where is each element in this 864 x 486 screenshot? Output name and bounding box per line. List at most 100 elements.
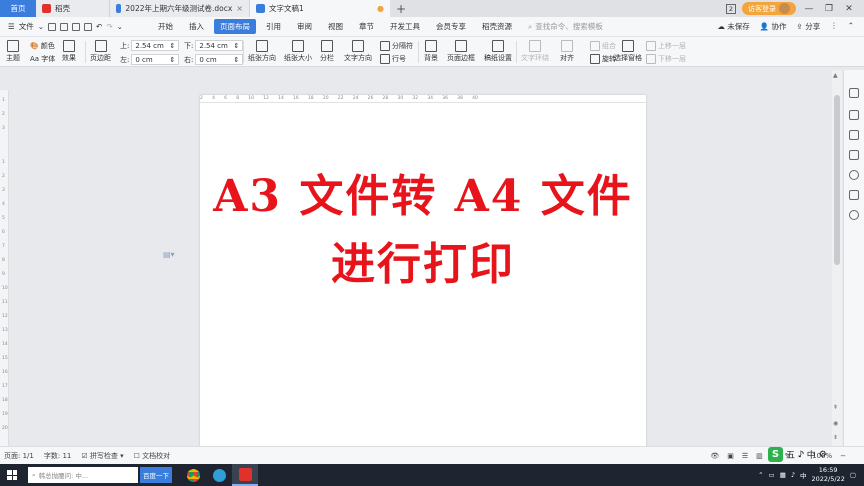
margin-left-field[interactable]: 左: 0 cm ⇕ [120,54,180,65]
background-button[interactable]: 背景 [424,40,438,63]
redo-icon[interactable]: ↷ [106,22,112,31]
line-numbers-button[interactable]: 行号 [380,54,406,64]
sogou-ime-icon[interactable]: S [768,447,783,462]
menu-docer-resources[interactable]: 稻壳资源 [476,19,518,34]
unsaved-dot-icon[interactable]: ● [377,4,384,13]
document-line-1[interactable]: A3 文件转 A4 文件 [200,160,646,224]
ime-settings-icon[interactable]: ⚙ [819,450,827,460]
help-icon[interactable] [849,170,859,180]
colors-button[interactable]: 🎨 颜色 [30,41,55,51]
next-page-icon[interactable]: ⇟ [833,434,838,441]
margin-top-input[interactable]: 2.54 cm ⇕ [131,40,180,51]
tab-doc2[interactable]: 文字文稿1 ● [250,0,390,17]
breaks-button[interactable]: 分隔符 [380,41,413,51]
ime-lang-char[interactable]: 中 [807,448,816,461]
select-cursor-icon[interactable] [849,130,859,140]
margin-top-field[interactable]: 上: 2.54 cm ⇕ [120,40,180,51]
image-icon[interactable] [849,190,859,200]
battery-icon[interactable]: ▭ [769,471,775,479]
menu-section[interactable]: 章节 [353,19,380,34]
margin-left-input[interactable]: 0 cm ⇕ [131,54,180,65]
word-count[interactable]: 字数: 11 [44,451,72,461]
manuscript-button[interactable]: 稿纸设置 [484,40,512,63]
menu-developer[interactable]: 开发工具 [384,19,426,34]
adjust-icon[interactable] [849,150,859,160]
command-search[interactable]: ⌕ 查找命令、搜索模板 [528,21,603,32]
edit-icon[interactable] [849,110,859,120]
network-icon[interactable]: ▦ [780,471,786,479]
proofread-button[interactable]: ☐ 文档校对 [134,451,171,461]
minimize-icon[interactable]: — [802,4,816,14]
orientation-button[interactable]: 纸张方向 [248,40,276,63]
prev-page-icon[interactable]: ⇞ [833,404,838,411]
effects-button[interactable]: 效果 [62,40,76,63]
maximize-icon[interactable]: ❐ [822,4,836,14]
menu-references[interactable]: 引用 [260,19,287,34]
selection-pane-button[interactable]: 选择窗格 [614,40,642,63]
save-icon[interactable] [48,22,57,31]
tray-expand-icon[interactable]: ⌃ [758,471,763,479]
tab-home[interactable]: 首页 [0,0,36,17]
outline-view-icon[interactable]: ☰ [742,452,748,460]
stepper-icon[interactable]: ⇕ [169,56,175,64]
stepper-icon[interactable]: ⇕ [233,42,239,50]
select-browse-icon[interactable]: ◉ [833,420,838,427]
clock[interactable]: 16:59 2022/5/22 [812,466,845,484]
ime-tray-icon[interactable]: 中 [800,470,807,480]
tab-doc1[interactable]: 2022年上期六年级测试卷.docx × [110,0,250,17]
baidu-search-button[interactable]: 百度一下 [140,467,172,483]
margin-right-input[interactable]: 0 cm ⇕ [195,54,244,65]
eye-protection-icon[interactable]: 👁 [710,452,719,460]
unsaved-button[interactable]: ☁ 未保存 [717,21,749,32]
menu-start[interactable]: 开始 [152,19,179,34]
document-page[interactable]: 2 4 6 8 10 12 14 16 18 20 22 24 26 28 30 32 34 36 38 40 A3 … [200,95,646,447]
page-count[interactable]: 页面: 1/1 [4,451,34,461]
volume-icon[interactable]: ♪ [791,471,795,479]
chevron-down-icon[interactable]: ⌄ [38,22,44,31]
rotate-button[interactable]: 旋转 [590,54,616,64]
text-direction-button[interactable]: 文字方向 [344,40,372,63]
chevron-down-icon[interactable]: ⌄ [117,22,123,31]
start-button[interactable] [0,464,24,486]
theme-button[interactable]: 主题 [6,40,20,63]
new-tab-button[interactable]: + [390,0,412,17]
close-window-icon[interactable]: ✕ [842,4,856,14]
location-icon[interactable] [849,210,859,220]
menu-view[interactable]: 视图 [322,19,349,34]
chrome-app[interactable] [180,464,206,486]
fonts-button[interactable]: Aa 字体 [30,54,55,64]
stepper-icon[interactable]: ⇕ [169,42,175,50]
print-icon[interactable] [72,22,81,31]
more-icon[interactable]: ⋮ [830,21,838,32]
window-count-badge[interactable]: 2 [726,3,736,14]
input-method-bar[interactable]: S 五 ♪ 中 ⚙ [768,447,827,462]
collab-button[interactable]: 👤 协作 [760,21,787,32]
menu-page-layout[interactable]: 页面布局 [214,19,256,34]
chevron-up-icon[interactable]: ⌃ [848,21,854,32]
send-backward-button[interactable]: 下移一层 [646,54,686,64]
margins-button[interactable]: 页边距 [90,40,111,63]
close-icon[interactable]: × [236,4,243,13]
zoom-out-button[interactable]: − [840,452,846,460]
login-button[interactable]: 访客登录 [742,2,796,15]
menu-insert[interactable]: 插入 [183,19,210,34]
stepper-icon[interactable]: ⇕ [233,56,239,64]
wrap-button[interactable]: 文字环绕 [521,40,549,63]
page-view-icon[interactable]: ▣ [727,452,734,460]
group-button[interactable]: 组合 [590,41,616,51]
hamburger-icon[interactable]: ☰ [8,22,15,31]
scrollbar-thumb[interactable] [834,95,840,265]
style-panel-icon[interactable] [849,88,859,98]
paper-size-button[interactable]: 纸张大小 [284,40,312,63]
columns-button[interactable]: 分栏 [320,40,334,63]
tab-docer[interactable]: 稻壳 [36,0,110,17]
margin-right-field[interactable]: 右: 0 cm ⇕ [184,54,244,65]
wps-app[interactable] [232,464,258,486]
bring-forward-button[interactable]: 上移一层 [646,41,686,51]
print-preview-icon[interactable] [84,22,93,31]
share-button[interactable]: ⇪ 分享 [797,21,821,32]
spell-check-button[interactable]: ☑ 拼写检查 ▾ [81,451,123,461]
align-button[interactable]: 对齐 [560,40,574,63]
paragraph-layout-icon[interactable]: ▤▾ [163,250,175,259]
export-pdf-icon[interactable] [60,22,69,31]
